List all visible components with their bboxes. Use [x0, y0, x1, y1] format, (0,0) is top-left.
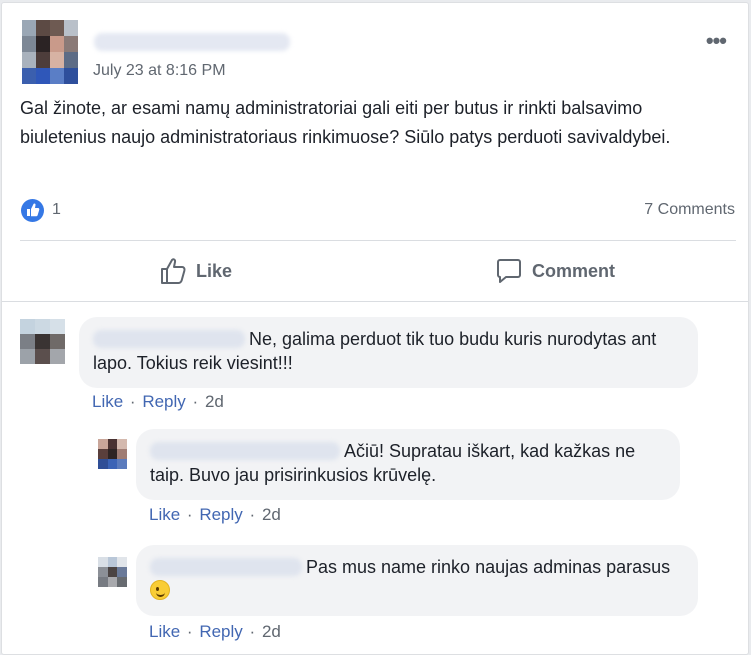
separator-dot: ·: [186, 505, 193, 524]
comment-like-link[interactable]: Like: [149, 622, 180, 641]
post-header: July 23 at 8:16 PM •••: [22, 20, 732, 86]
comment-actions: Like · Reply · 2d: [92, 392, 224, 412]
comment-actions: Like · Reply · 2d: [149, 505, 281, 525]
separator-dot: ·: [129, 392, 136, 411]
separator-dot: ·: [249, 505, 256, 524]
comment-age[interactable]: 2d: [262, 622, 281, 641]
speech-bubble-icon: [497, 259, 521, 283]
comment-button-label: Comment: [532, 260, 616, 281]
commenter-name-redacted[interactable]: [150, 442, 340, 460]
commenter-avatar[interactable]: [20, 319, 65, 364]
comments-section: Ne, galima perduot tik tuo budu kuris nu…: [2, 301, 748, 654]
comment-like-link[interactable]: Like: [149, 505, 180, 524]
comment-text: Pas mus name rinko naujas adminas parasu…: [306, 557, 671, 577]
like-button[interactable]: Like: [158, 255, 232, 287]
reply-comment: Pas mus name rinko naujas adminas parasu…: [2, 538, 748, 654]
comment-reply-link[interactable]: Reply: [199, 505, 242, 524]
separator-dot: ·: [186, 622, 193, 641]
comment-bubble: Pas mus name rinko naujas adminas parasu…: [136, 545, 698, 616]
commenter-name-redacted[interactable]: [93, 330, 245, 348]
comment-age[interactable]: 2d: [205, 392, 224, 411]
author-name-redacted[interactable]: [94, 33, 290, 51]
commenter-name-redacted[interactable]: [150, 558, 302, 576]
comment-bubble: Ne, galima perduot tik tuo budu kuris nu…: [79, 317, 698, 388]
like-reaction-icon[interactable]: [21, 199, 44, 222]
post-timestamp[interactable]: July 23 at 8:16 PM: [93, 62, 226, 80]
thumbs-up-icon: [161, 258, 186, 284]
wink-emoji-icon: [150, 580, 170, 600]
author-avatar[interactable]: [22, 20, 78, 84]
reply-comment: Ačiū! Supratau iškart, kad kažkas ne tai…: [2, 422, 748, 538]
commenter-avatar[interactable]: [98, 557, 127, 587]
separator-dot: ·: [249, 622, 256, 641]
comment-reply-link[interactable]: Reply: [199, 622, 242, 641]
comment-like-link[interactable]: Like: [92, 392, 123, 411]
comment: Ne, galima perduot tik tuo budu kuris nu…: [2, 302, 748, 422]
like-count[interactable]: 1: [52, 201, 61, 219]
comment-bubble: Ačiū! Supratau iškart, kad kažkas ne tai…: [136, 429, 680, 500]
comment-actions: Like · Reply · 2d: [149, 622, 281, 642]
comment-reply-link[interactable]: Reply: [142, 392, 185, 411]
comment-button[interactable]: Comment: [494, 255, 615, 287]
comment-age[interactable]: 2d: [262, 505, 281, 524]
separator-dot: ·: [192, 392, 199, 411]
comment-count[interactable]: 7 Comments: [644, 201, 735, 219]
commenter-avatar[interactable]: [98, 439, 127, 469]
divider: [20, 240, 736, 241]
post-text: Gal žinote, ar esami namų administratori…: [20, 98, 671, 147]
reactions-bar: 1 7 Comments: [21, 199, 735, 223]
post-card: July 23 at 8:16 PM ••• Gal žinote, ar es…: [1, 2, 749, 655]
like-button-label: Like: [196, 260, 233, 281]
more-options-icon[interactable]: •••: [706, 30, 727, 52]
